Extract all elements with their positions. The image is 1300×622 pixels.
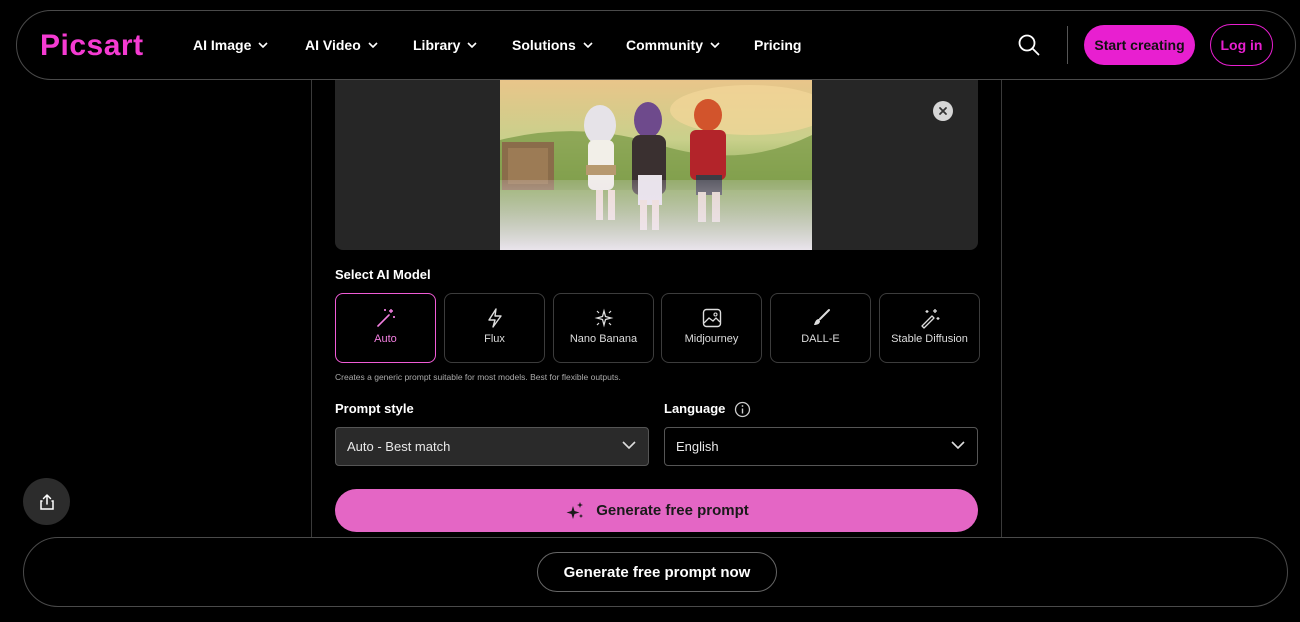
- nav-item-label: Community: [626, 37, 703, 53]
- prompt-style-label: Prompt style: [335, 401, 414, 416]
- model-option-auto[interactable]: Auto: [335, 293, 436, 363]
- model-label: Auto: [374, 333, 397, 345]
- nav-item-label: Solutions: [512, 37, 576, 53]
- model-label: Nano Banana: [569, 333, 638, 345]
- nav-menu: AI Image AI Video Library Solutions Comm…: [193, 11, 801, 79]
- model-option-stable-diffusion[interactable]: Stable Diffusion: [879, 293, 980, 363]
- uploaded-image-container: [335, 72, 978, 250]
- prompt-style-value: Auto - Best match: [347, 439, 451, 454]
- model-label: Stable Diffusion: [891, 333, 968, 345]
- chevron-down-icon: [467, 42, 478, 48]
- generate-free-prompt-now-button[interactable]: Generate free prompt now: [537, 552, 777, 592]
- brush-icon: [813, 309, 830, 325]
- lightning-icon: [487, 308, 502, 328]
- image-icon: [702, 308, 721, 328]
- language-select[interactable]: English: [664, 427, 978, 466]
- picsart-logo[interactable]: Picsart: [40, 29, 144, 63]
- generate-free-prompt-button[interactable]: Generate free prompt: [335, 489, 978, 532]
- language-value: English: [676, 439, 719, 454]
- model-label: Flux: [484, 333, 505, 345]
- model-option-midjourney[interactable]: Midjourney: [661, 293, 762, 363]
- select-model-label: Select AI Model: [335, 267, 431, 282]
- nav-item-solutions[interactable]: Solutions: [512, 37, 626, 53]
- chevron-down-icon: [368, 42, 378, 48]
- language-label: Language: [664, 401, 726, 416]
- top-navbar: Picsart AI Image AI Video Library Soluti…: [16, 10, 1296, 80]
- search-icon[interactable]: [1017, 33, 1041, 57]
- remove-image-button[interactable]: [933, 101, 953, 121]
- share-button[interactable]: [23, 478, 70, 525]
- chevron-down-icon: [622, 441, 636, 449]
- nav-item-library[interactable]: Library: [413, 37, 512, 53]
- chevron-down-icon: [583, 42, 593, 48]
- generate-button-label: Generate free prompt: [596, 502, 749, 519]
- model-label: Midjourney: [684, 333, 739, 345]
- nav-item-label: Pricing: [754, 37, 802, 53]
- chevron-down-icon: [710, 42, 720, 48]
- sticky-bottom-bar: Generate free prompt now: [23, 537, 1288, 607]
- prompt-style-select[interactable]: Auto - Best match: [335, 427, 649, 466]
- magic-wand-icon: [376, 309, 395, 327]
- nav-item-label: AI Image: [193, 37, 252, 53]
- login-button[interactable]: Log in: [1210, 24, 1273, 66]
- model-option-dall-e[interactable]: DALL-E: [770, 293, 871, 363]
- nav-item-label: Library: [413, 37, 461, 53]
- sparkle-burst-icon: [594, 308, 613, 328]
- sparkles-icon: [566, 501, 584, 519]
- nav-item-ai-image[interactable]: AI Image: [193, 37, 305, 53]
- nav-item-pricing[interactable]: Pricing: [754, 37, 801, 53]
- magic-wand-stars-icon: [920, 309, 939, 329]
- chevron-down-icon: [258, 42, 268, 48]
- share-icon: [39, 493, 54, 510]
- model-option-nano-banana[interactable]: Nano Banana: [553, 293, 654, 363]
- info-icon[interactable]: [734, 401, 751, 418]
- start-creating-button[interactable]: Start creating: [1084, 25, 1195, 65]
- nav-item-community[interactable]: Community: [626, 37, 754, 53]
- close-icon: [939, 107, 947, 115]
- nav-divider: [1067, 26, 1068, 64]
- chevron-down-icon: [951, 441, 965, 449]
- nav-item-label: AI Video: [305, 37, 361, 53]
- nav-item-ai-video[interactable]: AI Video: [305, 37, 413, 53]
- model-hint-text: Creates a generic prompt suitable for mo…: [335, 372, 621, 382]
- model-option-flux[interactable]: Flux: [444, 293, 545, 363]
- model-label: DALL-E: [801, 333, 840, 345]
- uploaded-image-preview: [500, 80, 812, 250]
